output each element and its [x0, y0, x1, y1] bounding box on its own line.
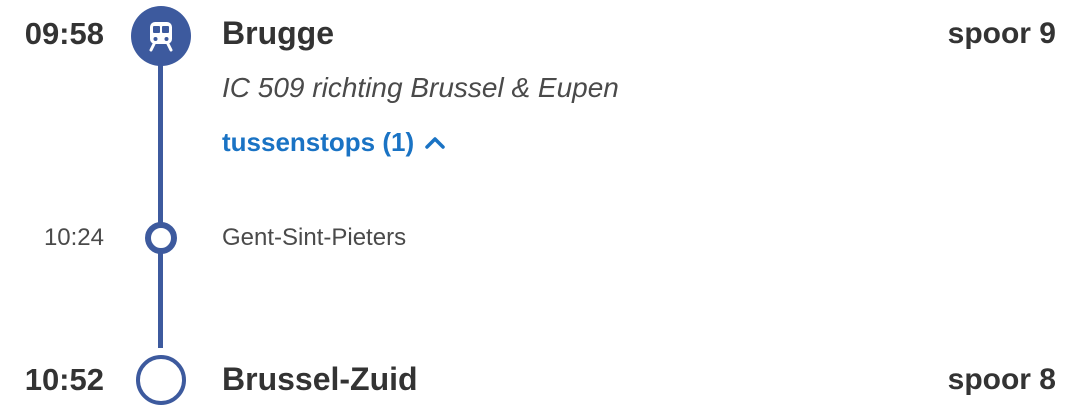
arrival-platform: spoor 8: [947, 363, 1056, 396]
arrival-station: Brussel-Zuid: [222, 361, 418, 397]
intermediate-stop-marker: [145, 222, 177, 254]
train-icon: [131, 6, 191, 66]
intermediate-stops-toggle[interactable]: tussenstops (1): [222, 127, 446, 158]
arrival-marker: [136, 355, 186, 405]
arrival-time: 10:52: [24, 362, 104, 397]
intermediate-stop-time: 10:24: [43, 224, 104, 251]
departure-station: Brugge: [222, 15, 334, 51]
intermediate-stops-toggle-label: tussenstops (1): [222, 127, 415, 157]
train-line-info: IC 509 richting Brussel & Eupen: [222, 72, 619, 103]
departure-platform: spoor 9: [947, 17, 1056, 50]
chevron-up-icon: [425, 136, 445, 149]
departure-time: 09:58: [24, 16, 104, 51]
intermediate-stop-station: Gent-Sint-Pieters: [222, 224, 407, 251]
timeline-line: [158, 36, 163, 348]
train-icon-glyph: [149, 22, 173, 52]
